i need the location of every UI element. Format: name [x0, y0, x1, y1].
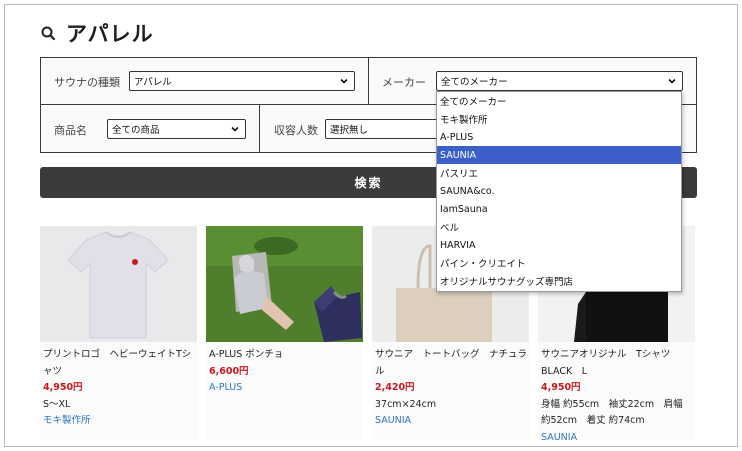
- product-spec: 37cm×24cm: [375, 398, 437, 410]
- product-price: 4,950円: [43, 382, 83, 393]
- maker-option[interactable]: A-PLUS: [437, 128, 681, 146]
- product-label: 商品名: [54, 124, 87, 137]
- product-price: 2,420円: [375, 382, 415, 393]
- maker-option[interactable]: ベル: [437, 218, 681, 236]
- maker-option[interactable]: HARVIA: [437, 236, 681, 254]
- maker-dropdown-list[interactable]: 全てのメーカー モキ製作所 A-PLUS SAUNIA パスリエ SAUNA&co. Iam…: [436, 91, 682, 292]
- product-price: 4,950円: [541, 382, 581, 393]
- product-name[interactable]: A-PLUS ポンチョ: [209, 347, 361, 364]
- product-name[interactable]: プリントロゴ ヘビーウェイトTシャツ: [43, 347, 195, 380]
- filter-divider: [368, 58, 369, 104]
- product-maker-link[interactable]: SAUNIA: [375, 413, 527, 430]
- filter-divider: [259, 104, 260, 153]
- product-name[interactable]: サウニア トートバッグ ナチュラル: [375, 347, 527, 380]
- product-maker-link[interactable]: SAUNIA: [541, 430, 693, 447]
- maker-select[interactable]: 全てのメーカー: [436, 71, 683, 91]
- product-select[interactable]: 全ての商品: [107, 119, 246, 139]
- capacity-label: 収容人数: [274, 124, 318, 137]
- page-header: アパレル: [40, 18, 154, 48]
- sauna-type-value: アパレル: [134, 77, 172, 88]
- product-spec: S～XL: [43, 398, 71, 410]
- maker-option[interactable]: パスリエ: [437, 164, 681, 182]
- product-image-tshirt[interactable]: [40, 226, 197, 342]
- maker-label: メーカー: [382, 76, 426, 89]
- sauna-type-select[interactable]: アパレル: [129, 71, 355, 91]
- chevron-down-icon: [667, 76, 677, 86]
- sauna-type-label: サウナの種類: [54, 76, 120, 89]
- maker-option[interactable]: オリジナルサウナグッズ専門店: [437, 272, 681, 290]
- product-maker-link[interactable]: モキ製作所: [43, 413, 195, 430]
- chevron-down-icon: [230, 124, 240, 134]
- maker-option[interactable]: 全てのメーカー: [437, 92, 681, 110]
- chevron-down-icon: [339, 76, 349, 86]
- product-price: 6,600円: [209, 365, 249, 377]
- capacity-value: 選択無し: [330, 125, 369, 136]
- product-spec: 身幅 約55cm 袖丈22cm 肩幅 約52cm 着丈 約74cm: [541, 398, 683, 427]
- search-icon: [40, 24, 58, 42]
- product-maker-link[interactable]: A-PLUS: [209, 380, 361, 397]
- maker-option[interactable]: モキ製作所: [437, 110, 681, 128]
- product-name[interactable]: サウニアオリジナル Tシャツ BLACK L: [541, 347, 693, 380]
- product-value: 全ての商品: [112, 125, 160, 136]
- page-title: アパレル: [66, 22, 154, 46]
- product-card[interactable]: プリントロゴ ヘビーウェイトTシャツ 4,950円 S～XL モキ製作所: [40, 226, 197, 440]
- maker-option[interactable]: パイン・クリエイト: [437, 254, 681, 272]
- maker-option[interactable]: SAUNIA: [437, 146, 681, 164]
- maker-value: 全てのメーカー: [441, 77, 508, 88]
- product-card[interactable]: A-PLUS ポンチョ 6,600円 A-PLUS: [206, 226, 363, 440]
- maker-option[interactable]: SAUNA&co.: [437, 182, 681, 200]
- maker-option[interactable]: IamSauna: [437, 200, 681, 218]
- product-image-poncho[interactable]: [206, 226, 363, 342]
